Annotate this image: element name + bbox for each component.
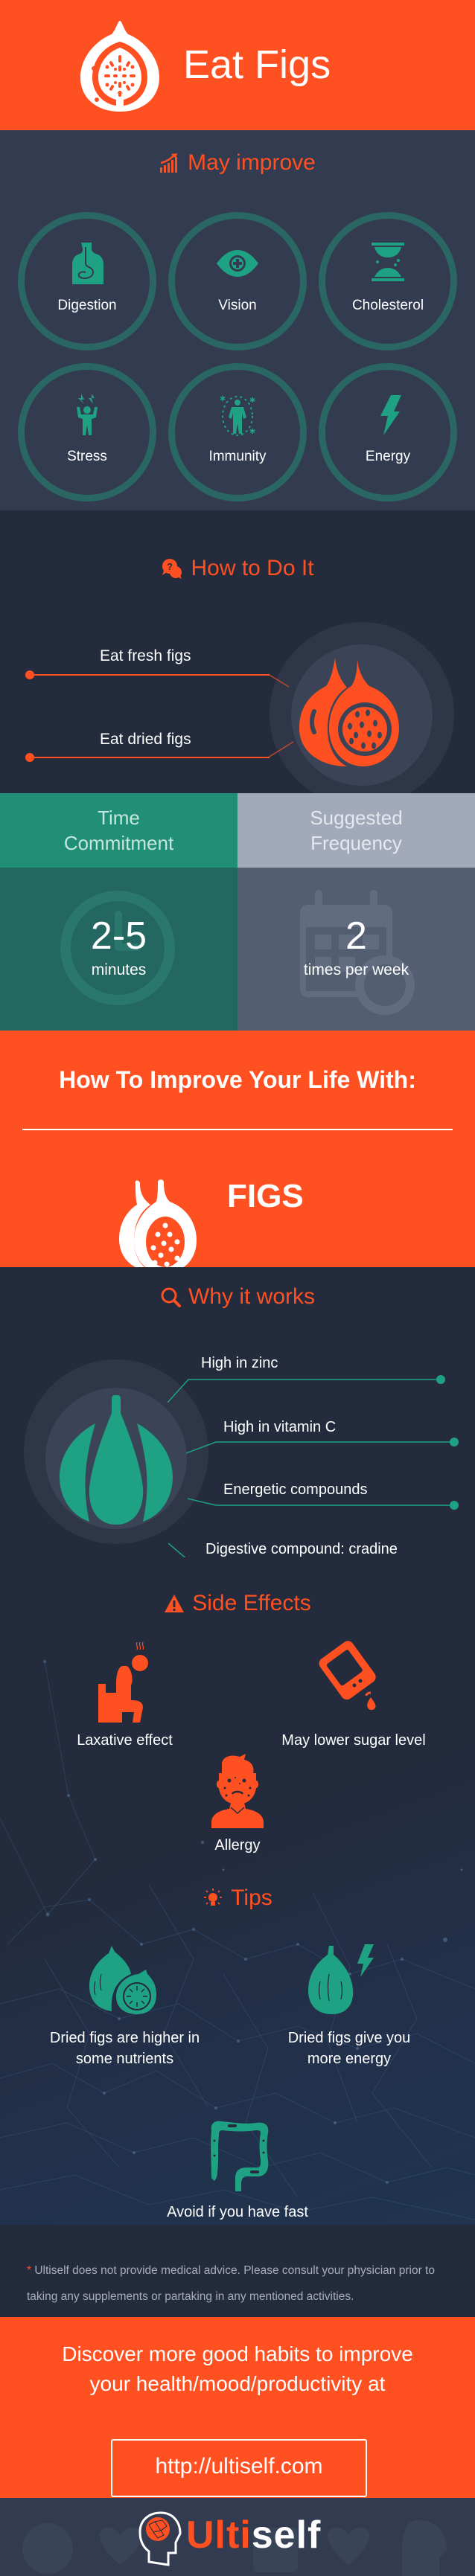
improve-life-section: How To Improve Your Life With: FIGS <box>0 1031 475 1267</box>
connector-line <box>268 673 290 688</box>
question-chat-icon: ? <box>162 559 182 580</box>
fig-logo-icon <box>80 21 159 112</box>
website-link[interactable]: http://ultiself.com <box>111 2439 367 2497</box>
header: Eat Figs <box>0 0 475 130</box>
how-to-heading: ? How to Do It <box>0 555 475 581</box>
stomach-icon <box>72 243 103 284</box>
fig-icon <box>119 1179 197 1267</box>
side-effects-and-tips-section: Side Effects Laxative effect May lower s… <box>0 1557 475 2225</box>
subject-label: FIGS <box>227 1178 304 1214</box>
toilet-person-icon <box>98 1641 148 1723</box>
why-item: High in zinc <box>201 1355 278 1371</box>
may-improve-heading: May improve <box>0 150 475 176</box>
fig-halves-icon <box>60 1395 173 1525</box>
bullet-dot <box>450 1501 459 1510</box>
connector-line <box>186 1441 451 1454</box>
connector-line <box>168 1379 440 1403</box>
cta-message: Discover more good habits to improve your… <box>62 2342 413 2395</box>
time-unit: minutes <box>91 961 147 978</box>
benefit-immunity: ✱ ✱ ✱ Immunity <box>168 363 307 502</box>
disclaimer-section: * Ultiself does not provide medical advi… <box>0 2225 475 2317</box>
svg-text:✱: ✱ <box>249 428 255 436</box>
benefit-cholesterol: Cholesterol <box>319 212 457 350</box>
frequency-value: 2 <box>345 914 367 958</box>
how-to-item: Eat dried figs <box>100 731 191 748</box>
tip-item: Dried figs give you more energy <box>287 2030 411 2067</box>
suggested-frequency-panel: Suggested Frequency 2 times per week <box>238 793 475 1031</box>
dried-figs-icon <box>89 1946 156 2014</box>
improve-life-headline: How To Improve Your Life With: <box>59 1066 416 1093</box>
stats-section: Time Commitment 2-5 minutes Suggested Freq… <box>0 793 475 1031</box>
connector-line <box>268 741 294 758</box>
why-it-works-section: Why it works High in zinc High in vitami… <box>0 1267 475 1557</box>
connector-line <box>30 674 270 676</box>
intestine-icon <box>211 2121 269 2191</box>
frequency-unit: times per week <box>303 961 409 978</box>
bullet-dot <box>436 1375 445 1384</box>
side-effect-item: Allergy <box>214 1837 261 1853</box>
allergy-face-icon <box>211 1754 264 1828</box>
magnifier-icon <box>161 1287 181 1308</box>
why-it-works-heading: Why it works <box>0 1284 475 1310</box>
time-value: 2-5 <box>90 914 147 958</box>
why-item: Energetic compounds <box>223 1481 368 1498</box>
growth-chart-icon <box>160 153 178 173</box>
eye-icon <box>217 250 258 277</box>
may-improve-section: May improve Digestion Vision Cholesterol <box>0 130 475 510</box>
side-effects-heading: Side Effects <box>0 1590 475 1616</box>
fresh-and-dried-figs-icon <box>299 658 399 766</box>
how-to-item: Eat fresh figs <box>100 647 191 664</box>
time-commitment-panel: Time Commitment 2-5 minutes <box>0 793 238 1031</box>
connector-line <box>188 1498 453 1506</box>
dried-fig-energy-icon <box>308 1944 374 2014</box>
bullet-dot <box>450 1438 459 1446</box>
cta-section: Discover more good habits to improve your… <box>0 2317 475 2498</box>
benefit-digestion: Digestion <box>18 212 156 350</box>
benefit-stress: Stress <box>18 363 156 502</box>
tip-item: Avoid if you have fastintestinal transit <box>167 2204 308 2220</box>
svg-text:✱: ✱ <box>249 397 255 405</box>
benefit-vision: Vision <box>168 212 307 350</box>
how-to-section: ? How to Do It Eat fresh figs Eat dried … <box>0 510 475 793</box>
ultiself-brand: Ultiself <box>186 2513 322 2557</box>
ultiself-brain-logo-icon <box>138 2511 182 2566</box>
footer: Ultiself <box>0 2498 475 2576</box>
page-title: Eat Figs <box>183 42 331 87</box>
tip-item: Dried figs are higher in some nutrients <box>49 2030 200 2067</box>
tips-heading: Tips <box>0 1885 475 1911</box>
stress-icon <box>77 394 98 435</box>
immunity-icon: ✱ ✱ ✱ <box>220 395 255 436</box>
why-item: High in vitamin C <box>223 1419 337 1435</box>
divider <box>22 1129 453 1130</box>
time-commitment-heading: Time Commitment <box>0 793 238 868</box>
glucometer-icon <box>319 1641 376 1710</box>
side-effect-item: Laxative effect <box>77 1732 173 1749</box>
connector-line <box>30 757 270 758</box>
disclaimer-text: * Ultiself does not provide medical advi… <box>27 2264 435 2303</box>
connector-line <box>168 1542 186 1557</box>
lightbulb-icon <box>204 1888 223 1906</box>
svg-text:?: ? <box>167 561 173 572</box>
lightning-icon <box>380 395 401 435</box>
benefit-energy: Energy <box>319 363 457 502</box>
cholesterol-icon <box>372 243 404 281</box>
svg-text:✱: ✱ <box>220 395 226 403</box>
suggested-frequency-heading: Suggested Frequency <box>238 793 475 868</box>
side-effect-item: May lower sugar level <box>281 1732 426 1749</box>
warning-icon <box>165 1595 185 1613</box>
